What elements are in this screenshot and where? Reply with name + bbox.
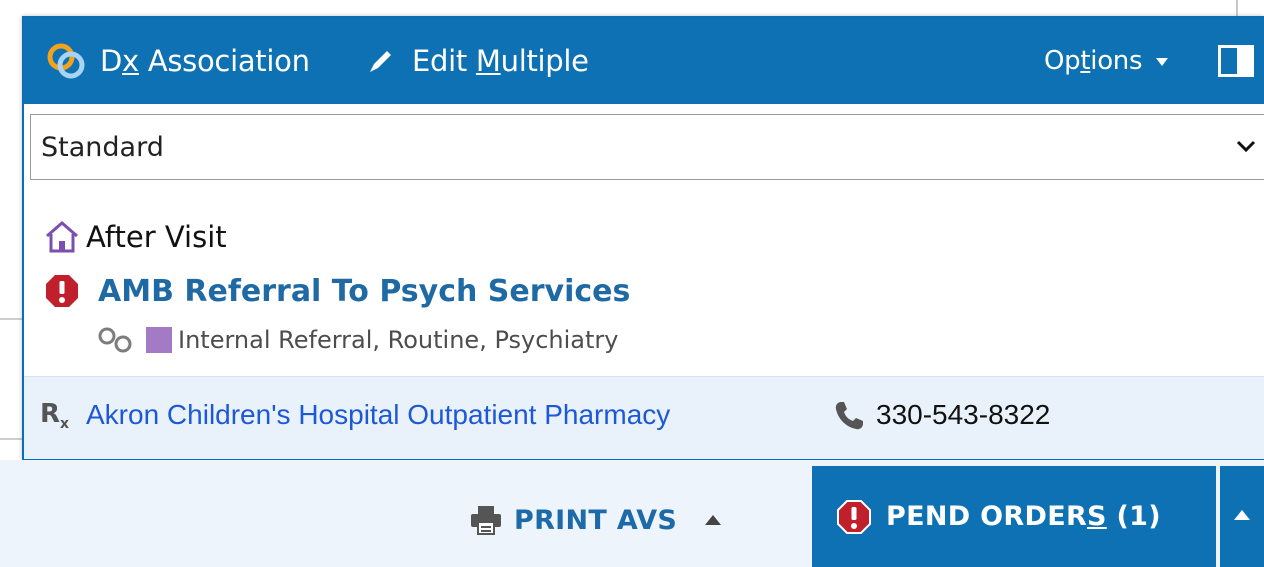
alert-icon [837, 499, 871, 534]
printer-icon [471, 506, 501, 535]
dx-association-label: Dx Association [100, 44, 310, 78]
chevron-down-icon [1156, 58, 1169, 66]
print-avs-button[interactable]: PRINT AVS [470, 480, 722, 560]
house-icon [46, 221, 78, 253]
background-divider [0, 318, 22, 320]
pend-orders-dropdown-button[interactable] [1220, 466, 1264, 567]
edit-multiple-button[interactable]: Edit Multiple [366, 18, 589, 104]
background-divider [0, 438, 22, 440]
popup-toolbar: Dx Association Edit Multiple Options [24, 18, 1264, 104]
chevron-up-icon[interactable] [705, 515, 722, 525]
pharmacy-link[interactable]: Akron Children's Hospital Outpatient Pha… [86, 399, 670, 431]
after-visit-label: After Visit [86, 220, 227, 254]
print-avs-label: PRINT AVS [514, 504, 678, 536]
pharmacy-phone: 330-543-8322 [876, 399, 1051, 430]
order-category-swatch [146, 327, 172, 353]
order-title-link[interactable]: AMB Referral To Psych Services [98, 274, 630, 309]
order-view-select[interactable]: Standard [30, 114, 1264, 180]
options-menu-button[interactable]: Options [1044, 18, 1169, 104]
rx-icon: Rx [40, 399, 70, 433]
dx-association-icon [47, 43, 85, 79]
dx-association-button[interactable]: Dx Association [44, 18, 310, 104]
order-detail-text: Internal Referral, Routine, Psychiatry [178, 326, 619, 354]
pencil-icon [370, 51, 391, 72]
after-visit-section: After Visit [44, 220, 227, 254]
alert-icon [46, 275, 78, 307]
select-value: Standard [41, 131, 164, 163]
pend-orders-label: PEND ORDERS (1) [886, 501, 1161, 532]
chevron-down-icon [1236, 140, 1256, 153]
pharmacy-bar: Rx Akron Children's Hospital Outpatient … [24, 376, 1264, 459]
chevron-up-icon [1234, 510, 1250, 520]
order-item[interactable]: AMB Referral To Psych Services [44, 273, 630, 309]
phone-icon [835, 402, 863, 430]
options-label: Options [1044, 46, 1143, 76]
orders-popup-panel: Dx Association Edit Multiple Options Sta… [22, 16, 1264, 460]
order-detail: Internal Referral, Routine, Psychiatry [96, 325, 618, 355]
pend-orders-button[interactable]: PEND ORDERS (1) [812, 466, 1216, 567]
edit-multiple-label: Edit Multiple [412, 44, 589, 78]
linked-circles-icon [98, 327, 132, 353]
panel-toggle-icon[interactable] [1218, 45, 1254, 77]
